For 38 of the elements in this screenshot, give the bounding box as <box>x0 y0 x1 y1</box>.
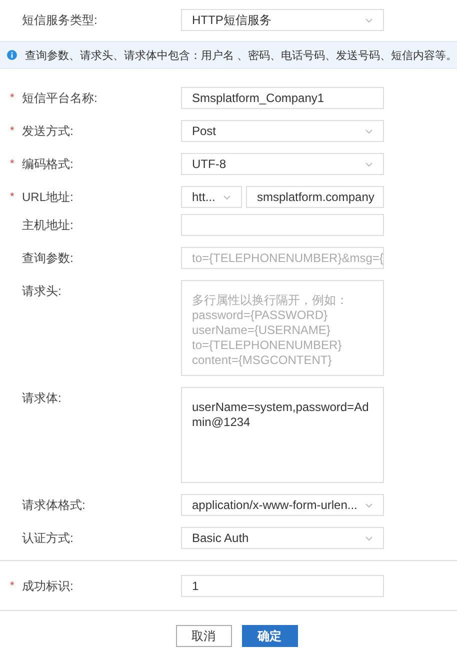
cancel-button[interactable]: 取消 <box>176 625 232 647</box>
field-label: 请求体: <box>22 390 62 407</box>
dropdown[interactable]: HTTP短信服务 <box>181 9 384 31</box>
input-field[interactable]: smsplatform.company <box>246 186 384 208</box>
info-text: 查询参数、请求头、请求体中包含：用户名 、密码、电话号码、发送号码、短信内容等。 <box>24 48 457 62</box>
input-field[interactable] <box>181 214 384 236</box>
caret-icon <box>365 536 373 540</box>
protocol-dropdown[interactable]: htt... <box>181 186 242 208</box>
caret-icon <box>365 128 373 134</box>
text-area[interactable]: userName=system,password=Admin@1234 <box>181 387 384 483</box>
caret-icon <box>365 502 373 508</box>
caret-icon <box>365 162 373 166</box>
field-label: URL地址: <box>22 189 74 206</box>
field-label: 成功标识: <box>22 578 74 595</box>
dropdown[interactable]: Post <box>181 120 384 142</box>
field-label: 短信平台名称: <box>22 90 98 107</box>
caret-icon <box>365 18 373 22</box>
confirm-button[interactable]: 确定 <box>242 625 298 647</box>
caret-icon <box>223 194 231 200</box>
required-mark: * <box>10 125 14 137</box>
field-label: 认证方式: <box>22 530 74 547</box>
dropdown[interactable]: Basic Auth <box>181 527 384 549</box>
dropdown[interactable]: application/x-www-form-urlen... <box>181 494 384 516</box>
required-mark: * <box>10 580 14 592</box>
required-mark: * <box>10 92 14 104</box>
required-mark: * <box>10 191 14 203</box>
input-field[interactable]: 1 <box>181 575 384 597</box>
info-icon <box>7 49 17 61</box>
field-label: 主机地址: <box>22 217 74 234</box>
field-label: 短信服务类型: <box>22 12 98 29</box>
field-label: 请求体格式: <box>22 497 86 514</box>
field-label: 请求头: <box>22 283 62 300</box>
required-mark: * <box>10 158 14 170</box>
field-label: 发送方式: <box>22 123 74 140</box>
input-field[interactable]: Smsplatform_Company1 <box>181 87 384 109</box>
dropdown[interactable]: UTF-8 <box>181 153 384 175</box>
field-label: 编码格式: <box>22 156 74 173</box>
field-label: 查询参数: <box>22 250 74 267</box>
